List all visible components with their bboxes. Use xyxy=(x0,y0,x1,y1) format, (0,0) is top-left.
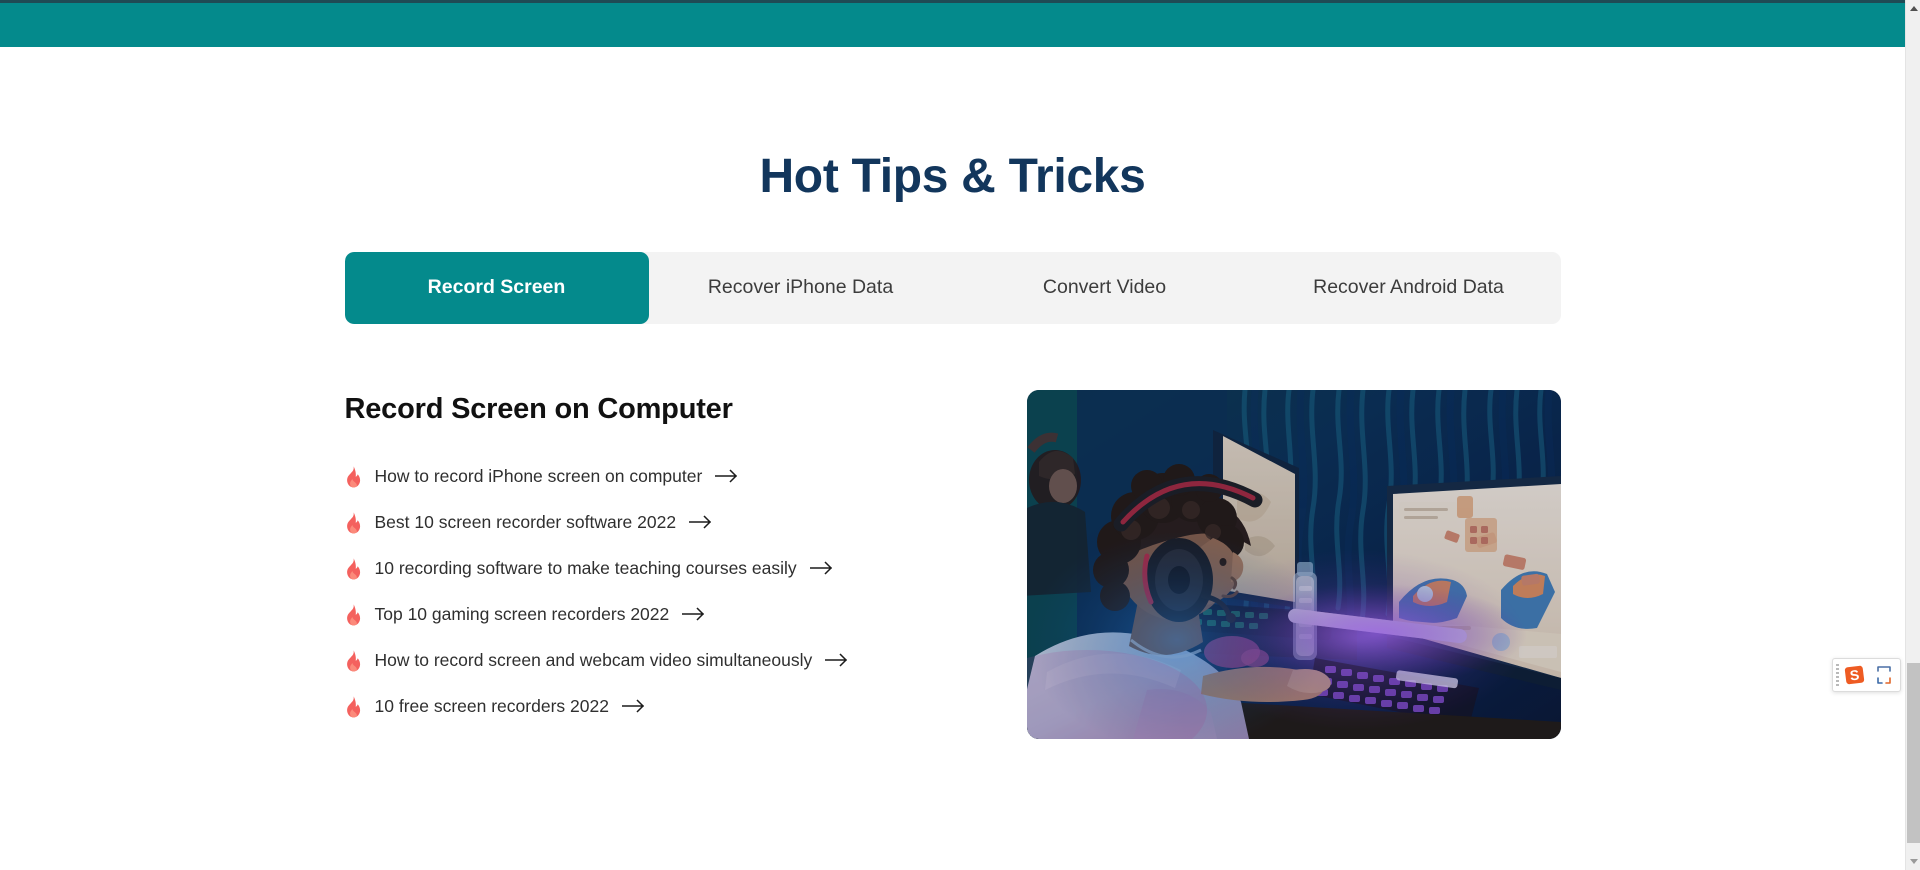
snipaste-widget[interactable]: S xyxy=(1832,658,1901,692)
page-title: Hot Tips & Tricks xyxy=(759,150,1146,203)
tip-label: How to record screen and webcam video si… xyxy=(374,649,813,670)
svg-text:S: S xyxy=(1849,666,1860,683)
snipaste-logo-icon[interactable]: S xyxy=(1843,663,1867,687)
site-top-bar xyxy=(0,0,1905,47)
flame-icon xyxy=(345,604,362,626)
tips-list: How to record iPhone screen on computer xyxy=(345,453,985,729)
flame-icon xyxy=(345,650,362,672)
photo-column xyxy=(985,389,1561,739)
tab-label: Record Screen xyxy=(427,276,566,299)
tip-label: 10 recording software to make teaching c… xyxy=(374,557,797,578)
drag-grip-icon[interactable] xyxy=(1836,664,1841,686)
arrow-right-icon xyxy=(621,699,646,713)
tab-label: Recover Android Data xyxy=(1313,276,1504,299)
expand-icon[interactable] xyxy=(1874,664,1894,686)
page-content: Hot Tips & Tricks Record Screen Recover … xyxy=(0,47,1905,870)
arrow-right-icon xyxy=(688,515,713,529)
flame-icon xyxy=(345,512,362,534)
list-item[interactable]: How to record screen and webcam video si… xyxy=(345,637,985,683)
section-heading: Record Screen on Computer xyxy=(344,392,733,425)
scroll-down-arrow-icon[interactable] xyxy=(1906,853,1920,870)
list-item[interactable]: 10 free screen recorders 2022 xyxy=(345,683,985,729)
scrollbar-thumb[interactable] xyxy=(1907,663,1920,843)
list-item[interactable]: Best 10 screen recorder software 2022 xyxy=(345,499,985,545)
flame-icon xyxy=(345,696,362,718)
list-item[interactable]: Top 10 gaming screen recorders 2022 xyxy=(345,591,985,637)
tip-label: Best 10 screen recorder software 2022 xyxy=(374,511,677,532)
scroll-up-arrow-icon[interactable] xyxy=(1906,0,1920,17)
tip-label: How to record iPhone screen on computer xyxy=(374,465,703,486)
arrow-right-icon xyxy=(714,469,739,483)
list-item[interactable]: 10 recording software to make teaching c… xyxy=(345,545,985,591)
tab-convert-video[interactable]: Convert Video xyxy=(953,252,1257,324)
tab-record-screen[interactable]: Record Screen xyxy=(344,251,649,324)
tab-recover-iphone-data[interactable]: Recover iPhone Data xyxy=(649,252,953,324)
category-tab-bar: Record Screen Recover iPhone Data Conver… xyxy=(344,251,1561,324)
tip-label: Top 10 gaming screen recorders 2022 xyxy=(374,603,670,624)
arrow-right-icon xyxy=(681,607,706,621)
page-scrollbar[interactable] xyxy=(1905,0,1920,870)
gaming-setup-photo xyxy=(1026,389,1561,739)
tab-panel-record-screen: Record Screen on Computer How to record … xyxy=(345,389,1561,739)
tab-recover-android-data[interactable]: Recover Android Data xyxy=(1257,252,1561,324)
tab-label: Recover iPhone Data xyxy=(707,276,894,299)
arrow-right-icon xyxy=(808,561,834,575)
flame-icon xyxy=(345,558,362,580)
tips-column: Record Screen on Computer How to record … xyxy=(345,390,985,730)
tab-label: Convert Video xyxy=(1042,276,1167,299)
arrow-right-icon xyxy=(824,653,849,667)
flame-icon xyxy=(345,466,362,488)
browser-viewport: Hot Tips & Tricks Record Screen Recover … xyxy=(0,0,1920,870)
content-container: Hot Tips & Tricks Record Screen Recover … xyxy=(344,47,1561,739)
list-item[interactable]: How to record iPhone screen on computer xyxy=(345,453,985,499)
tip-label: 10 free screen recorders 2022 xyxy=(374,695,609,716)
